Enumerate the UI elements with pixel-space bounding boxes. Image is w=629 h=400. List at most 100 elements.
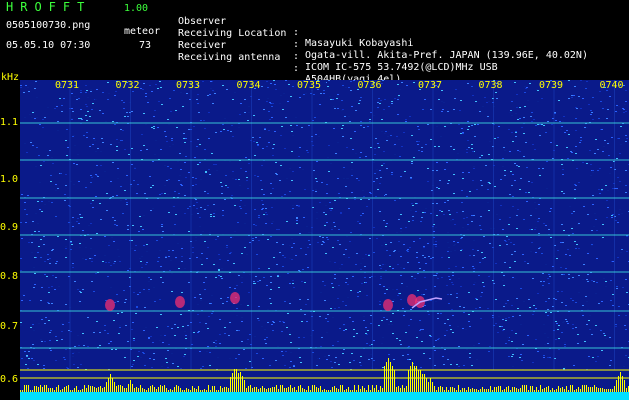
signal-bar bbox=[258, 389, 259, 392]
signal-bar bbox=[528, 390, 529, 392]
signal-bar bbox=[46, 385, 47, 392]
signal-bar bbox=[248, 386, 249, 392]
signal-bar bbox=[428, 382, 429, 392]
signal-bar bbox=[292, 388, 293, 392]
signal-bar bbox=[138, 388, 139, 392]
signal-bar bbox=[480, 389, 481, 392]
signal-bar bbox=[336, 388, 337, 392]
signal-bar bbox=[252, 388, 253, 392]
signal-bar bbox=[158, 387, 159, 392]
signal-bar bbox=[70, 390, 71, 392]
signal-bar bbox=[282, 385, 283, 392]
signal-bar bbox=[184, 390, 185, 392]
signal-bar bbox=[24, 385, 25, 392]
signal-bar bbox=[84, 385, 85, 392]
signal-bar bbox=[574, 390, 575, 392]
signal-bar bbox=[558, 386, 559, 392]
info-label: Receiving antenna bbox=[178, 52, 281, 63]
meteor-echo bbox=[230, 292, 240, 304]
signal-bar bbox=[22, 390, 23, 392]
signal-bar bbox=[338, 389, 339, 392]
signal-bar bbox=[502, 390, 503, 392]
signal-bar bbox=[90, 386, 91, 392]
signal-bar bbox=[440, 386, 441, 392]
y-tick-label: 0.7 bbox=[0, 321, 19, 332]
signal-bar bbox=[452, 387, 453, 392]
signal-bar bbox=[274, 387, 275, 392]
signal-bar bbox=[600, 388, 601, 392]
signal-bar bbox=[352, 390, 353, 392]
signal-bar bbox=[34, 386, 35, 392]
signal-bar bbox=[516, 388, 517, 392]
signal-bar bbox=[418, 370, 419, 392]
signal-bar bbox=[256, 387, 257, 392]
signal-bar bbox=[614, 386, 615, 392]
signal-bar bbox=[466, 390, 467, 392]
signal-bar bbox=[482, 387, 483, 392]
signal-bar bbox=[290, 385, 291, 392]
signal-bar bbox=[348, 387, 349, 392]
signal-bar bbox=[622, 376, 623, 392]
signal-bar bbox=[176, 385, 177, 392]
signal-bar bbox=[268, 388, 269, 392]
signal-bar bbox=[590, 387, 591, 392]
signal-bar bbox=[264, 388, 265, 392]
signal-bar bbox=[142, 388, 143, 392]
signal-bar bbox=[288, 387, 289, 392]
signal-bar bbox=[72, 390, 73, 392]
signal-bar bbox=[584, 385, 585, 392]
signal-bar bbox=[532, 386, 533, 392]
signal-bar bbox=[556, 389, 557, 392]
signal-bar bbox=[312, 385, 313, 392]
signal-bar bbox=[186, 388, 187, 392]
meteor-echo bbox=[175, 296, 185, 308]
signal-bar bbox=[554, 390, 555, 392]
signal-bar bbox=[62, 389, 63, 392]
signal-bar bbox=[314, 385, 315, 392]
signal-bar bbox=[410, 366, 411, 392]
y-tick-label: 0.6 bbox=[0, 374, 19, 385]
signal-bar bbox=[372, 385, 373, 392]
signal-bar bbox=[598, 388, 599, 392]
signal-bar bbox=[38, 387, 39, 392]
signal-bar bbox=[572, 385, 573, 392]
meteor-echo bbox=[383, 299, 393, 311]
signal-bar bbox=[300, 385, 301, 392]
app-title: HROFFT bbox=[6, 0, 92, 14]
signal-bar bbox=[476, 389, 477, 392]
signal-bar bbox=[378, 390, 379, 392]
signal-bar bbox=[294, 387, 295, 392]
signal-bar bbox=[342, 385, 343, 392]
signal-bar bbox=[612, 389, 613, 392]
signal-bar bbox=[326, 390, 327, 392]
y-tick-label: 0.8 bbox=[0, 271, 19, 282]
signal-bar bbox=[202, 390, 203, 392]
signal-bar bbox=[148, 388, 149, 392]
signal-bar bbox=[386, 362, 387, 392]
signal-bar bbox=[88, 385, 89, 392]
signal-bar bbox=[510, 390, 511, 392]
signal-bar bbox=[168, 390, 169, 392]
signal-bar bbox=[230, 377, 231, 392]
signal-bar bbox=[224, 387, 225, 392]
signal-bar bbox=[544, 388, 545, 392]
header-panel: HROFFT 1.00 0505100730.png meteor 05.05.… bbox=[0, 0, 629, 85]
signal-bar bbox=[608, 389, 609, 392]
signal-bar bbox=[380, 386, 381, 392]
signal-bar bbox=[468, 387, 469, 392]
signal-bar bbox=[396, 387, 397, 392]
signal-bar bbox=[226, 387, 227, 392]
y-tick-label: 1.1 bbox=[0, 117, 19, 128]
signal-bar bbox=[160, 385, 161, 392]
signal-bar bbox=[122, 386, 123, 392]
signal-bar bbox=[496, 387, 497, 392]
signal-bar bbox=[216, 390, 217, 392]
meteor-echo bbox=[105, 299, 115, 311]
signal-bar bbox=[106, 382, 107, 392]
signal-bar bbox=[112, 378, 113, 392]
signal-bar bbox=[234, 369, 235, 392]
signal-bar bbox=[240, 372, 241, 392]
signal-bar bbox=[56, 387, 57, 392]
signal-bar bbox=[128, 384, 129, 392]
signal-bar bbox=[320, 386, 321, 392]
